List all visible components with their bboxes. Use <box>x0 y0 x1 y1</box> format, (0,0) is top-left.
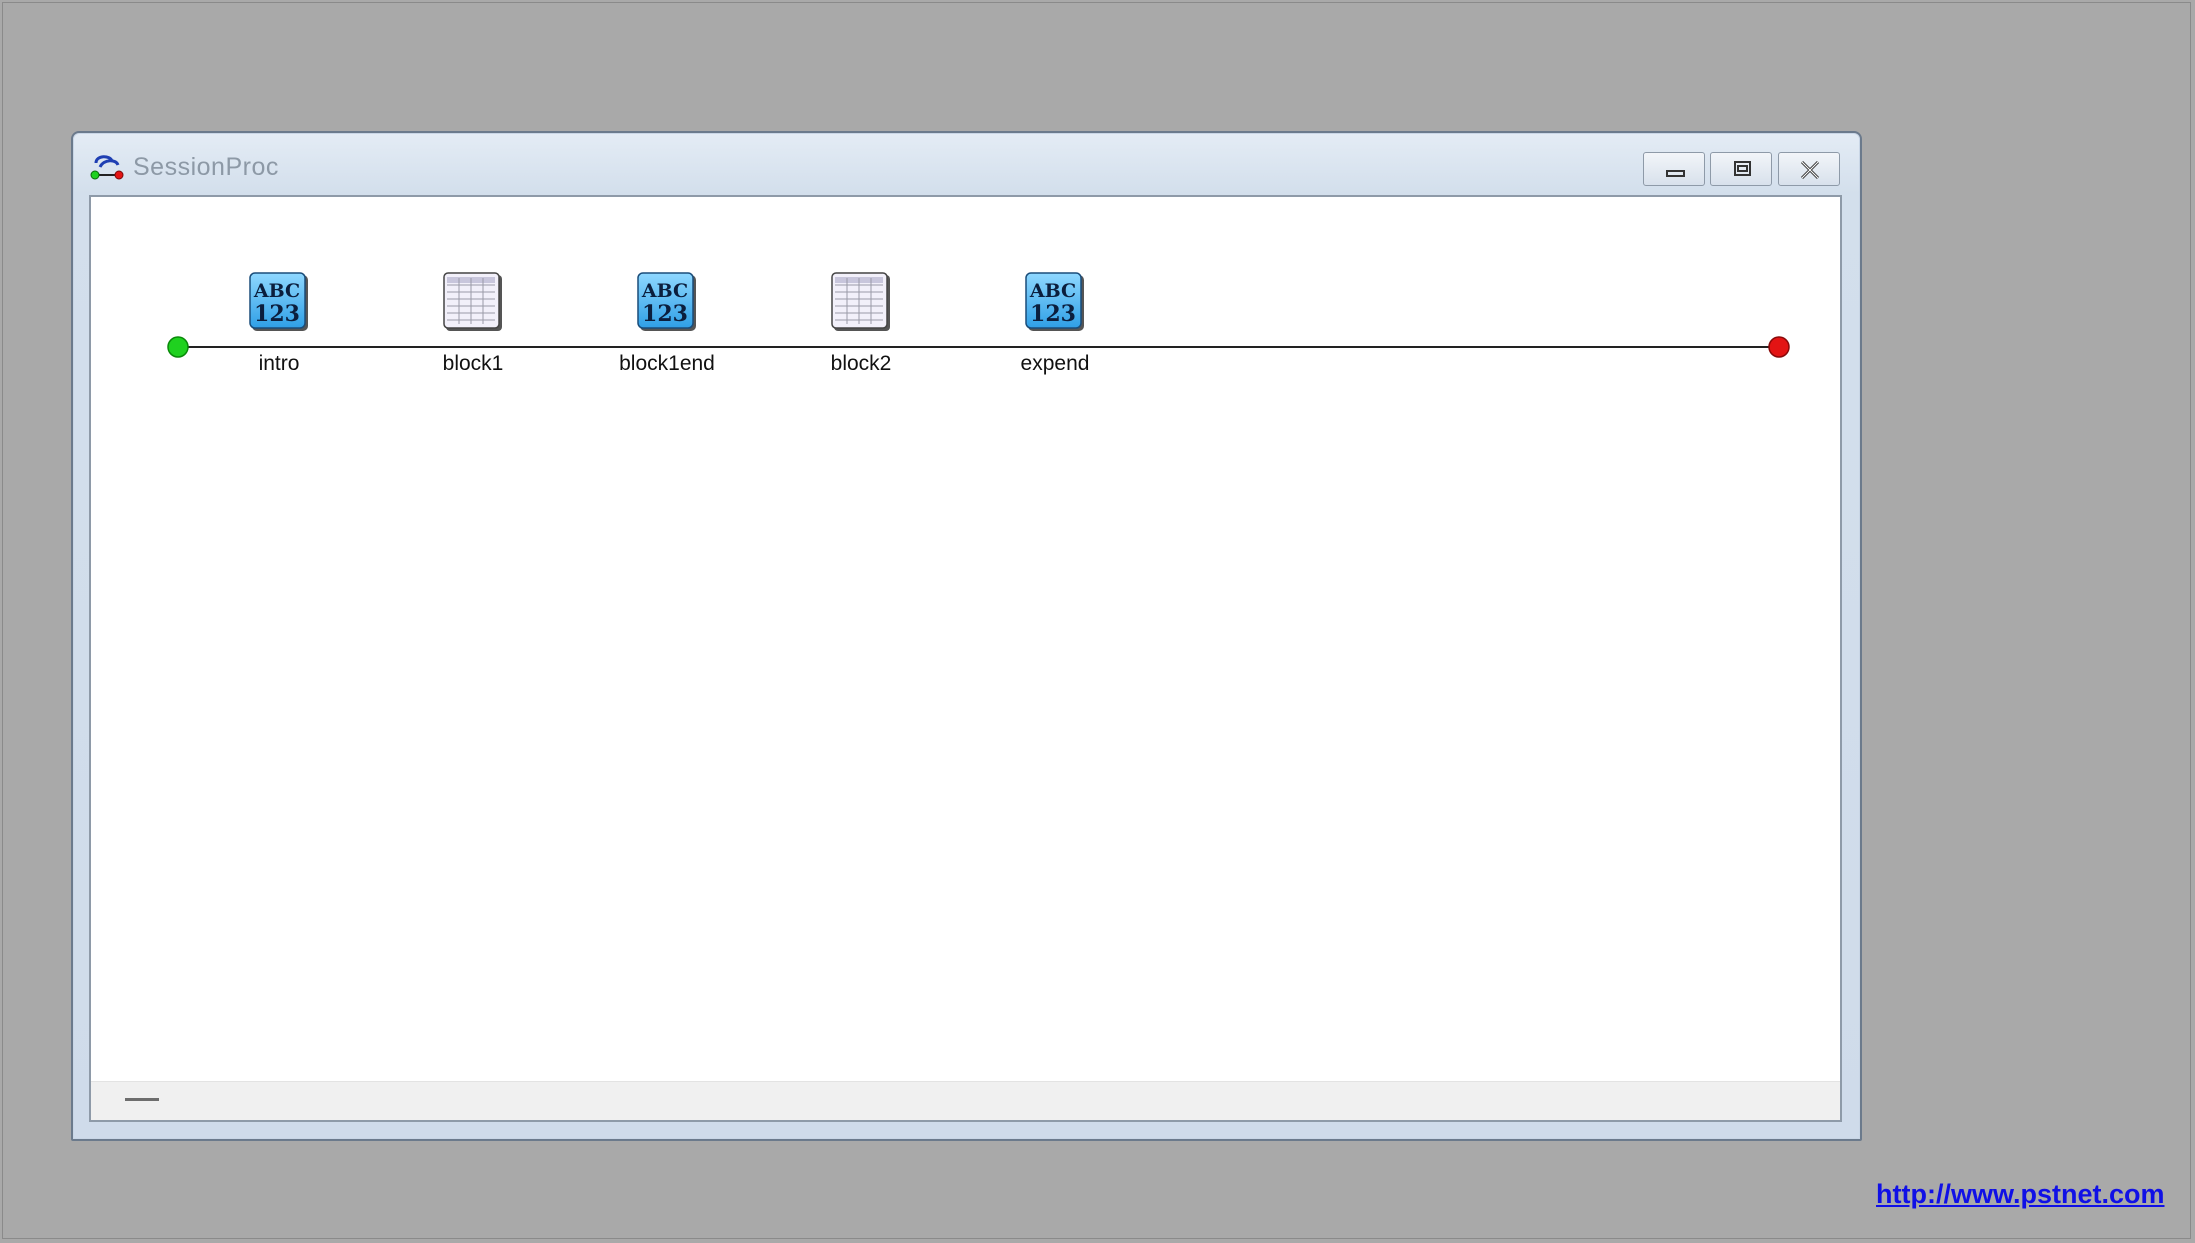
minimize-icon <box>1666 170 1685 177</box>
timeline-start-marker[interactable] <box>167 336 189 358</box>
node-label: expend <box>1020 352 1090 375</box>
procedure-canvas[interactable]: ABC 123 intro block1 ABC 123 block1end block2 AB… <box>89 195 1842 1122</box>
text-object-icon: ABC123 <box>1025 272 1084 331</box>
svg-text:123: 123 <box>254 301 300 327</box>
svg-text:123: 123 <box>1030 301 1076 327</box>
svg-text:123: 123 <box>642 301 688 327</box>
procedure-app-icon <box>90 155 124 180</box>
minimize-button[interactable] <box>1643 152 1705 186</box>
svg-text:ABC: ABC <box>253 280 300 302</box>
node-label: intro <box>258 352 300 375</box>
sessionproc-window[interactable]: SessionProc ABC 123 intro block1 ABC 123 bloc <box>71 131 1862 1141</box>
text-object-icon: ABC123 <box>637 272 696 331</box>
timeline <box>167 336 1790 358</box>
restore-icon <box>1734 161 1751 176</box>
svg-text:ABC: ABC <box>641 280 688 302</box>
list-object-icon <box>831 272 890 331</box>
close-icon <box>1800 160 1820 180</box>
pstnet-link[interactable]: http://www.pstnet.com <box>1876 1179 2164 1210</box>
status-dash <box>125 1098 159 1101</box>
status-bar <box>91 1081 1840 1120</box>
timeline-end-marker[interactable] <box>1768 336 1790 358</box>
restore-button[interactable] <box>1710 152 1772 186</box>
title-bar[interactable]: SessionProc <box>73 133 1860 195</box>
window-title: SessionProc <box>133 153 279 181</box>
svg-text:ABC: ABC <box>1029 280 1076 302</box>
node-label: block1end <box>619 352 715 375</box>
close-button[interactable] <box>1778 152 1840 186</box>
node-label: block2 <box>830 352 892 375</box>
list-object-icon <box>443 272 502 331</box>
node-label: block1 <box>442 352 504 375</box>
text-object-icon: ABC123 <box>249 272 308 331</box>
